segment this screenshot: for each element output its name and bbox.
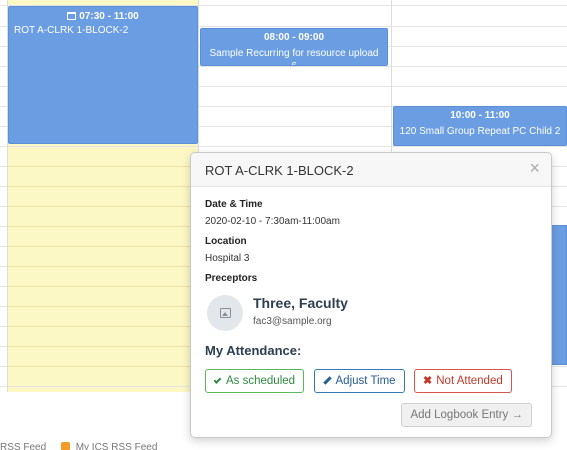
rss-icon (60, 442, 70, 450)
calendar-event[interactable]: 07:30 - 11:00 ROT A-CLRK 1-BLOCK-2 (8, 6, 198, 144)
grid-line (8, 306, 198, 307)
event-time: 10:00 - 11:00 (450, 110, 510, 121)
attendance-title: My Attendance: (205, 343, 302, 358)
pencil-icon (322, 376, 332, 385)
grid-line (8, 366, 198, 367)
preceptor-email: fac3@sample.org (253, 316, 332, 327)
adjust-time-button[interactable]: Adjust Time (313, 369, 405, 393)
avatar (207, 295, 243, 331)
event-time-text: 07:30 - 11:00 (79, 11, 139, 22)
my-rss-feed-link[interactable]: My ICS RSS Feed (76, 442, 158, 450)
logbook-row: Add Logbook Entry → (205, 403, 537, 427)
as-scheduled-button[interactable]: As scheduled (205, 369, 305, 393)
add-logbook-entry-button[interactable]: Add Logbook Entry → (401, 403, 532, 427)
event-title: ROT A-CLRK 1-BLOCK-2 (14, 25, 129, 36)
grid-line (8, 326, 198, 327)
location-label: Location (205, 236, 247, 247)
preceptor-card: Three, Faculty fac3@sample.org (205, 293, 537, 335)
footer-links: RSS Feed My ICS RSS Feed (0, 442, 157, 450)
close-icon[interactable]: × (529, 159, 540, 177)
adjust-time-label: Adjust Time (335, 375, 396, 387)
popover-body: Date & Time 2020-02-10 - 7:30am-11:00am … (191, 187, 551, 427)
grid-line (8, 346, 198, 347)
calendar-event-partial[interactable] (551, 225, 567, 365)
grid-line (8, 166, 198, 167)
grid-line (8, 246, 198, 247)
briefcase-icon (67, 12, 77, 20)
event-title: 120 Small Group Repeat PC Child 2 (399, 126, 561, 137)
date-time-label: Date & Time (205, 199, 263, 210)
attendance-buttons: As scheduled Adjust Time ✖ Not Attended (205, 369, 537, 393)
image-icon (220, 308, 231, 318)
as-scheduled-label: As scheduled (226, 375, 296, 387)
popover-header: ROT A-CLRK 1-BLOCK-2 × (191, 153, 551, 187)
grid-line (8, 266, 198, 267)
not-attended-label: Not Attended (436, 375, 503, 387)
calendar-event[interactable]: 08:00 - 09:00 Sample Recurring for resou… (200, 28, 388, 66)
event-time: 08:00 - 09:00 (263, 32, 325, 43)
event-time: 07:30 - 11:00 (14, 10, 192, 23)
location-value: Hospital 3 (205, 253, 250, 264)
preceptors-label: Preceptors (205, 273, 258, 284)
grid-line (8, 186, 198, 187)
close-icon: ✖ (423, 375, 433, 387)
grid-line (8, 286, 198, 287)
grid-line (8, 226, 198, 227)
check-icon (213, 376, 222, 384)
grid-line (8, 206, 198, 207)
not-attended-button[interactable]: ✖ Not Attended (414, 369, 512, 393)
calendar-page: 07:30 - 11:00 ROT A-CLRK 1-BLOCK-2 08:00… (0, 0, 567, 450)
grid-line (0, 146, 567, 147)
popover-title: ROT A-CLRK 1-BLOCK-2 (205, 163, 354, 178)
event-title: Sample Recurring for resource upload 6 (209, 48, 379, 65)
calendar-event[interactable]: 10:00 - 11:00 120 Small Group Repeat PC … (393, 106, 567, 146)
event-details-popover: ROT A-CLRK 1-BLOCK-2 × Date & Time 2020-… (190, 152, 552, 438)
preceptor-name: Three, Faculty (253, 295, 348, 311)
rss-feed-link[interactable]: RSS Feed (0, 442, 46, 450)
date-time-value: 2020-02-10 - 7:30am-11:00am (205, 216, 340, 227)
